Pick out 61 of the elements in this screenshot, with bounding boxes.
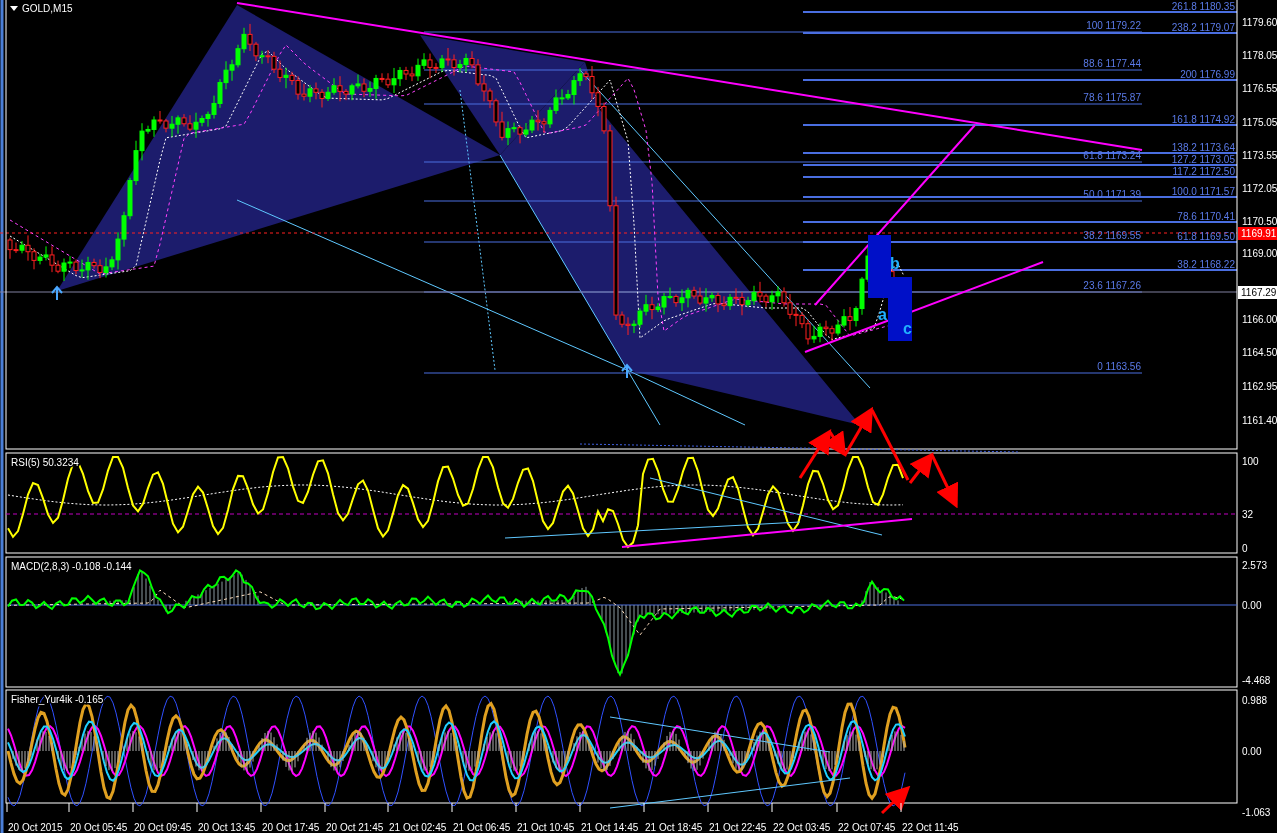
time-label: 21 Oct 14:45 xyxy=(581,822,639,833)
fib-label: 138.2 1173.64 xyxy=(1171,142,1235,153)
axis-label: 100 xyxy=(1242,456,1259,467)
fib-label: 38.2 1169.55 xyxy=(1083,230,1141,241)
fib-label: 238.2 1179.07 xyxy=(1171,22,1235,33)
axis-label: -4.468 xyxy=(1242,675,1271,686)
fib-label: 88.6 1177.44 xyxy=(1083,58,1141,69)
fib-label: 78.6 1170.41 xyxy=(1177,211,1235,222)
fib-label: 78.6 1175.87 xyxy=(1083,92,1141,103)
fib-label: 100 1179.22 xyxy=(1086,20,1141,31)
fib-label: 161.8 1174.92 xyxy=(1171,114,1235,125)
price-axis-label: 1175.05 xyxy=(1242,117,1277,128)
price-axis-label: 1170.50 xyxy=(1242,216,1277,227)
time-label: 20 Oct 13:45 xyxy=(198,822,256,833)
price-axis-label: 1164.50 xyxy=(1242,347,1277,358)
time-label: 21 Oct 18:45 xyxy=(645,822,703,833)
wave-label: b xyxy=(890,255,900,272)
axis-label: 0.988 xyxy=(1242,695,1268,706)
time-label: 20 Oct 21:45 xyxy=(326,822,384,833)
axis-label: 0.00 xyxy=(1242,746,1262,757)
fib-label: 0 1163.56 xyxy=(1097,361,1141,372)
time-label: 21 Oct 02:45 xyxy=(389,822,447,833)
price-tag: 1167.29 xyxy=(1238,286,1277,299)
time-label: 21 Oct 22:45 xyxy=(709,822,767,833)
price-axis-label: 1173.55 xyxy=(1242,150,1277,161)
price-axis-label: 1176.55 xyxy=(1242,83,1277,94)
price-axis-label: 1169.00 xyxy=(1242,248,1277,259)
wave-label: a xyxy=(878,306,887,323)
time-label: 21 Oct 06:45 xyxy=(453,822,511,833)
time-label: 22 Oct 07:45 xyxy=(838,822,896,833)
price-axis-label: 1162.95 xyxy=(1242,381,1277,392)
axis-label: 2.573 xyxy=(1242,560,1268,571)
price-axis-label: 1172.05 xyxy=(1242,183,1277,194)
time-label: 20 Oct 05:45 xyxy=(70,822,128,833)
axis-label: -1.063 xyxy=(1242,807,1271,818)
time-label: 20 Oct 09:45 xyxy=(134,822,192,833)
indicator-title: RSI(5) 50.3234 xyxy=(11,457,79,468)
fib-label: 61.8 1169.50 xyxy=(1177,231,1235,242)
fib-label: 38.2 1168.22 xyxy=(1177,259,1235,270)
time-label: 20 Oct 2015 xyxy=(8,822,63,833)
wave-label: c xyxy=(903,320,912,337)
time-label: 22 Oct 11:45 xyxy=(902,822,959,833)
price-axis-label: 1179.60 xyxy=(1242,17,1277,28)
fib-label: 200 1176.99 xyxy=(1180,69,1235,80)
axis-label: 0 xyxy=(1242,543,1248,554)
time-label: 21 Oct 10:45 xyxy=(517,822,575,833)
price-axis-label: 1178.05 xyxy=(1242,50,1277,61)
symbol-title: GOLD,M15 xyxy=(22,3,73,14)
fib-label: 127.2 1173.05 xyxy=(1171,154,1235,165)
price-tag: 1169.91 xyxy=(1238,227,1277,240)
time-label: 22 Oct 03:45 xyxy=(773,822,831,833)
axis-label: 0.00 xyxy=(1242,600,1262,611)
fib-label: 117.2 1172.50 xyxy=(1172,166,1235,177)
fib-label: 261.8 1180.35 xyxy=(1171,1,1235,12)
axis-label: 32 xyxy=(1242,509,1254,520)
fib-label: 23.6 1167.26 xyxy=(1083,280,1141,291)
price-axis-label: 1161.40 xyxy=(1242,415,1277,426)
fib-label: 100.0 1171.57 xyxy=(1171,186,1235,197)
time-label: 20 Oct 17:45 xyxy=(262,822,320,833)
price-axis-label: 1166.00 xyxy=(1242,314,1277,325)
indicator-title: MACD(2,8,3) -0.108 -0.144 xyxy=(11,561,132,572)
